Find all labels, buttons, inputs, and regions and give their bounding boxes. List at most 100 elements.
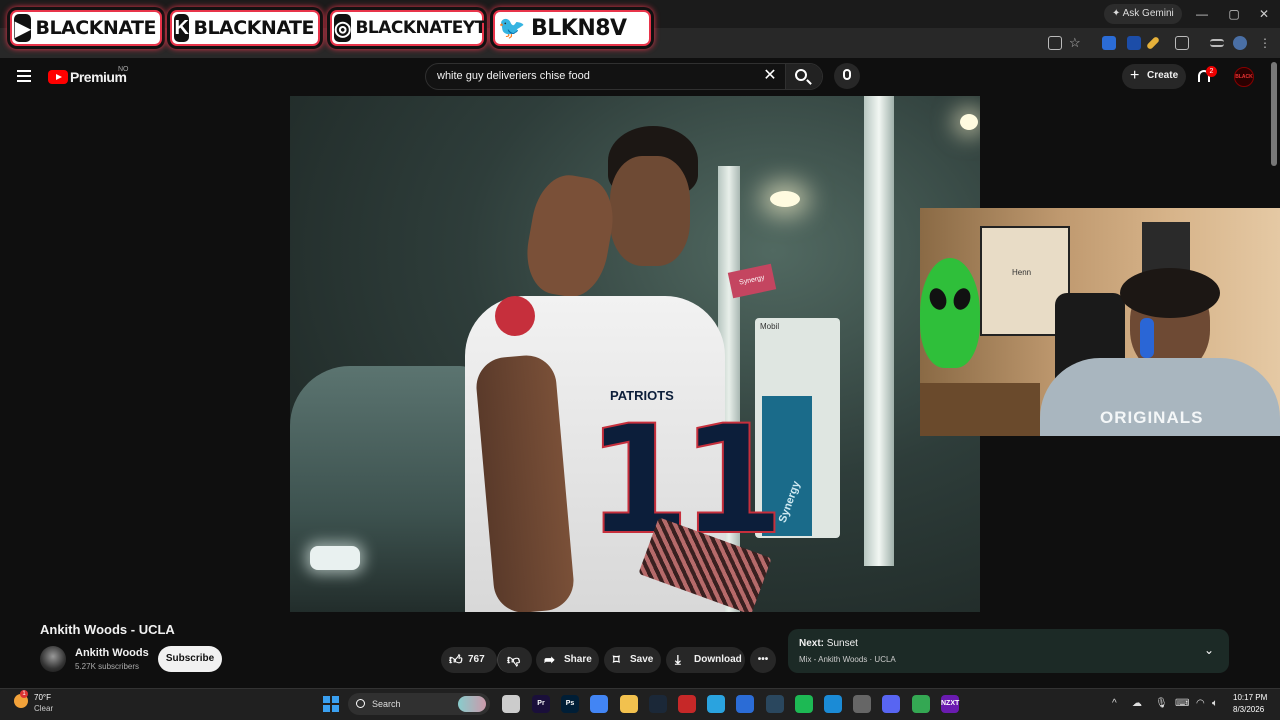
- bookmark-star-icon[interactable]: ☆: [1069, 36, 1083, 50]
- maximize-button[interactable]: ▢: [1224, 6, 1244, 22]
- search-input[interactable]: white guy deliveriers chise food: [437, 70, 590, 82]
- edge-icon[interactable]: [824, 695, 842, 713]
- volume-icon[interactable]: 🔈︎: [1212, 698, 1218, 709]
- weather-temperature[interactable]: 70°F: [34, 693, 51, 702]
- taskbar-search-label: Search: [372, 699, 401, 709]
- like-button[interactable]: 👍︎ 767: [441, 647, 497, 673]
- folder-icon[interactable]: [620, 695, 638, 713]
- car: [290, 366, 480, 612]
- chrome2-icon[interactable]: [912, 695, 930, 713]
- canopy-light: [960, 114, 978, 130]
- create-label: Create: [1147, 70, 1179, 81]
- app-grey-icon[interactable]: [853, 695, 871, 713]
- search-icon[interactable]: [795, 69, 807, 81]
- premiere-icon[interactable]: Pr: [532, 695, 550, 713]
- download-button[interactable]: ⤓ Download: [666, 647, 745, 673]
- instagram-handle: BLACKNATEYT: [355, 18, 486, 38]
- alien-plush: [920, 258, 980, 368]
- app-red-icon[interactable]: [678, 695, 696, 713]
- profile-icon[interactable]: [1233, 36, 1247, 50]
- youtube-logo-icon[interactable]: [48, 70, 68, 84]
- telegram-icon[interactable]: [707, 695, 725, 713]
- steam-icon[interactable]: [649, 695, 667, 713]
- henn-label: Henn: [1012, 268, 1032, 277]
- discord-icon[interactable]: [882, 695, 900, 713]
- wifi-icon[interactable]: ◠: [1196, 698, 1205, 709]
- taskbar-date[interactable]: 8/3/2026: [1233, 705, 1264, 714]
- person-hand: [520, 169, 620, 303]
- share-button[interactable]: ➦ Share: [536, 647, 599, 673]
- twitter-handle: BLKN8V: [531, 15, 627, 41]
- up-next-card[interactable]: [788, 629, 1229, 673]
- close-window-button[interactable]: ✕: [1254, 6, 1274, 22]
- tray-chevron-icon[interactable]: ^: [1112, 698, 1117, 709]
- ask-gemini-label: Ask Gemini: [1122, 8, 1174, 19]
- weather-badge: 1: [20, 690, 28, 698]
- video-title: Ankith Woods - UCLA: [40, 622, 175, 637]
- extension-blue-icon[interactable]: [1102, 36, 1116, 50]
- reading-list-icon[interactable]: [1210, 39, 1224, 47]
- nzxt-icon[interactable]: NZXT: [941, 695, 959, 713]
- save-button[interactable]: ⌑ Save: [604, 647, 661, 673]
- kick-handle: BLACKNATE: [193, 17, 314, 39]
- minimize-button[interactable]: —: [1192, 6, 1212, 22]
- microphone-tray-icon[interactable]: 🎙︎: [1155, 698, 1168, 709]
- chevron-down-icon[interactable]: ⌄: [1204, 643, 1214, 657]
- youtube-icon: ▶: [14, 14, 32, 42]
- search-highlight-image: [458, 696, 486, 712]
- thumbs-up-icon: 👍︎: [449, 652, 463, 667]
- kick-icon: K: [174, 14, 190, 42]
- account-avatar[interactable]: BLACK: [1234, 67, 1254, 87]
- chrome-icon[interactable]: [590, 695, 608, 713]
- instagram-icon: ◎: [334, 14, 352, 42]
- up-next-title: Sunset: [826, 638, 858, 649]
- person-face: [610, 156, 690, 266]
- weather-condition[interactable]: Clear: [34, 704, 53, 713]
- browser-menu-icon[interactable]: ⋮: [1258, 36, 1272, 50]
- keyboard-icon[interactable]: ⌨: [1175, 698, 1189, 709]
- taskbar-clock[interactable]: 10:17 PM: [1233, 693, 1267, 702]
- bookmark-icon: ⌑: [613, 652, 620, 667]
- microphone-icon[interactable]: [843, 69, 851, 80]
- ask-gemini-button[interactable]: ✦ Ask Gemini: [1104, 4, 1182, 24]
- steam2-icon[interactable]: [766, 695, 784, 713]
- shirt-text: ORIGINALS: [1100, 408, 1204, 427]
- up-next-heading: Next: Sunset: [799, 638, 858, 649]
- extension-shield-icon[interactable]: [1127, 36, 1141, 50]
- subscribe-button[interactable]: Subscribe: [158, 646, 222, 672]
- hamburger-menu-icon[interactable]: [17, 70, 31, 82]
- headphones-icon: [1140, 318, 1154, 358]
- share-label: Share: [564, 654, 592, 665]
- page-scrollbar[interactable]: [1271, 62, 1277, 166]
- channel-name[interactable]: Ankith Woods: [75, 647, 149, 659]
- taskbar-search-icon: [356, 699, 365, 708]
- onedrive-icon[interactable]: ☁: [1132, 698, 1142, 709]
- up-next-subtitle: Mix - Ankith Woods · UCLA: [799, 655, 896, 664]
- channel-avatar[interactable]: [40, 646, 66, 672]
- clear-search-icon[interactable]: ✕: [762, 67, 778, 85]
- file-explorer-icon[interactable]: [502, 695, 520, 713]
- mobil-sign: Mobil: [760, 322, 780, 331]
- region-code: NO: [118, 66, 129, 73]
- cast-icon[interactable]: [1048, 36, 1062, 50]
- like-count: 767: [468, 654, 485, 665]
- dislike-button[interactable]: 👎︎: [497, 647, 532, 673]
- youtube-handle: BLACKNATE: [35, 17, 156, 39]
- notification-badge: 2: [1206, 66, 1217, 77]
- app-blue-icon[interactable]: [736, 695, 754, 713]
- more-horizontal-icon: •••: [757, 654, 769, 665]
- windows-start-icon[interactable]: [323, 696, 339, 712]
- streamer-hair: [1120, 268, 1220, 318]
- desk: [920, 383, 1040, 436]
- jersey-shoulder-stripe: [495, 296, 535, 336]
- spotify-icon[interactable]: [795, 695, 813, 713]
- video-player[interactable]: Mobil Synergy Synergy PATRIOTS 11: [290, 96, 980, 612]
- more-actions-button[interactable]: •••: [750, 647, 776, 673]
- download-label: Download: [694, 654, 742, 665]
- thumbs-down-icon: 👎︎: [507, 652, 521, 667]
- photoshop-icon[interactable]: Ps: [561, 695, 579, 713]
- plus-icon: +: [1130, 67, 1140, 84]
- twitter-icon: 🐦: [497, 14, 527, 42]
- car-headlight: [310, 546, 360, 570]
- extensions-puzzle-icon[interactable]: [1175, 36, 1189, 50]
